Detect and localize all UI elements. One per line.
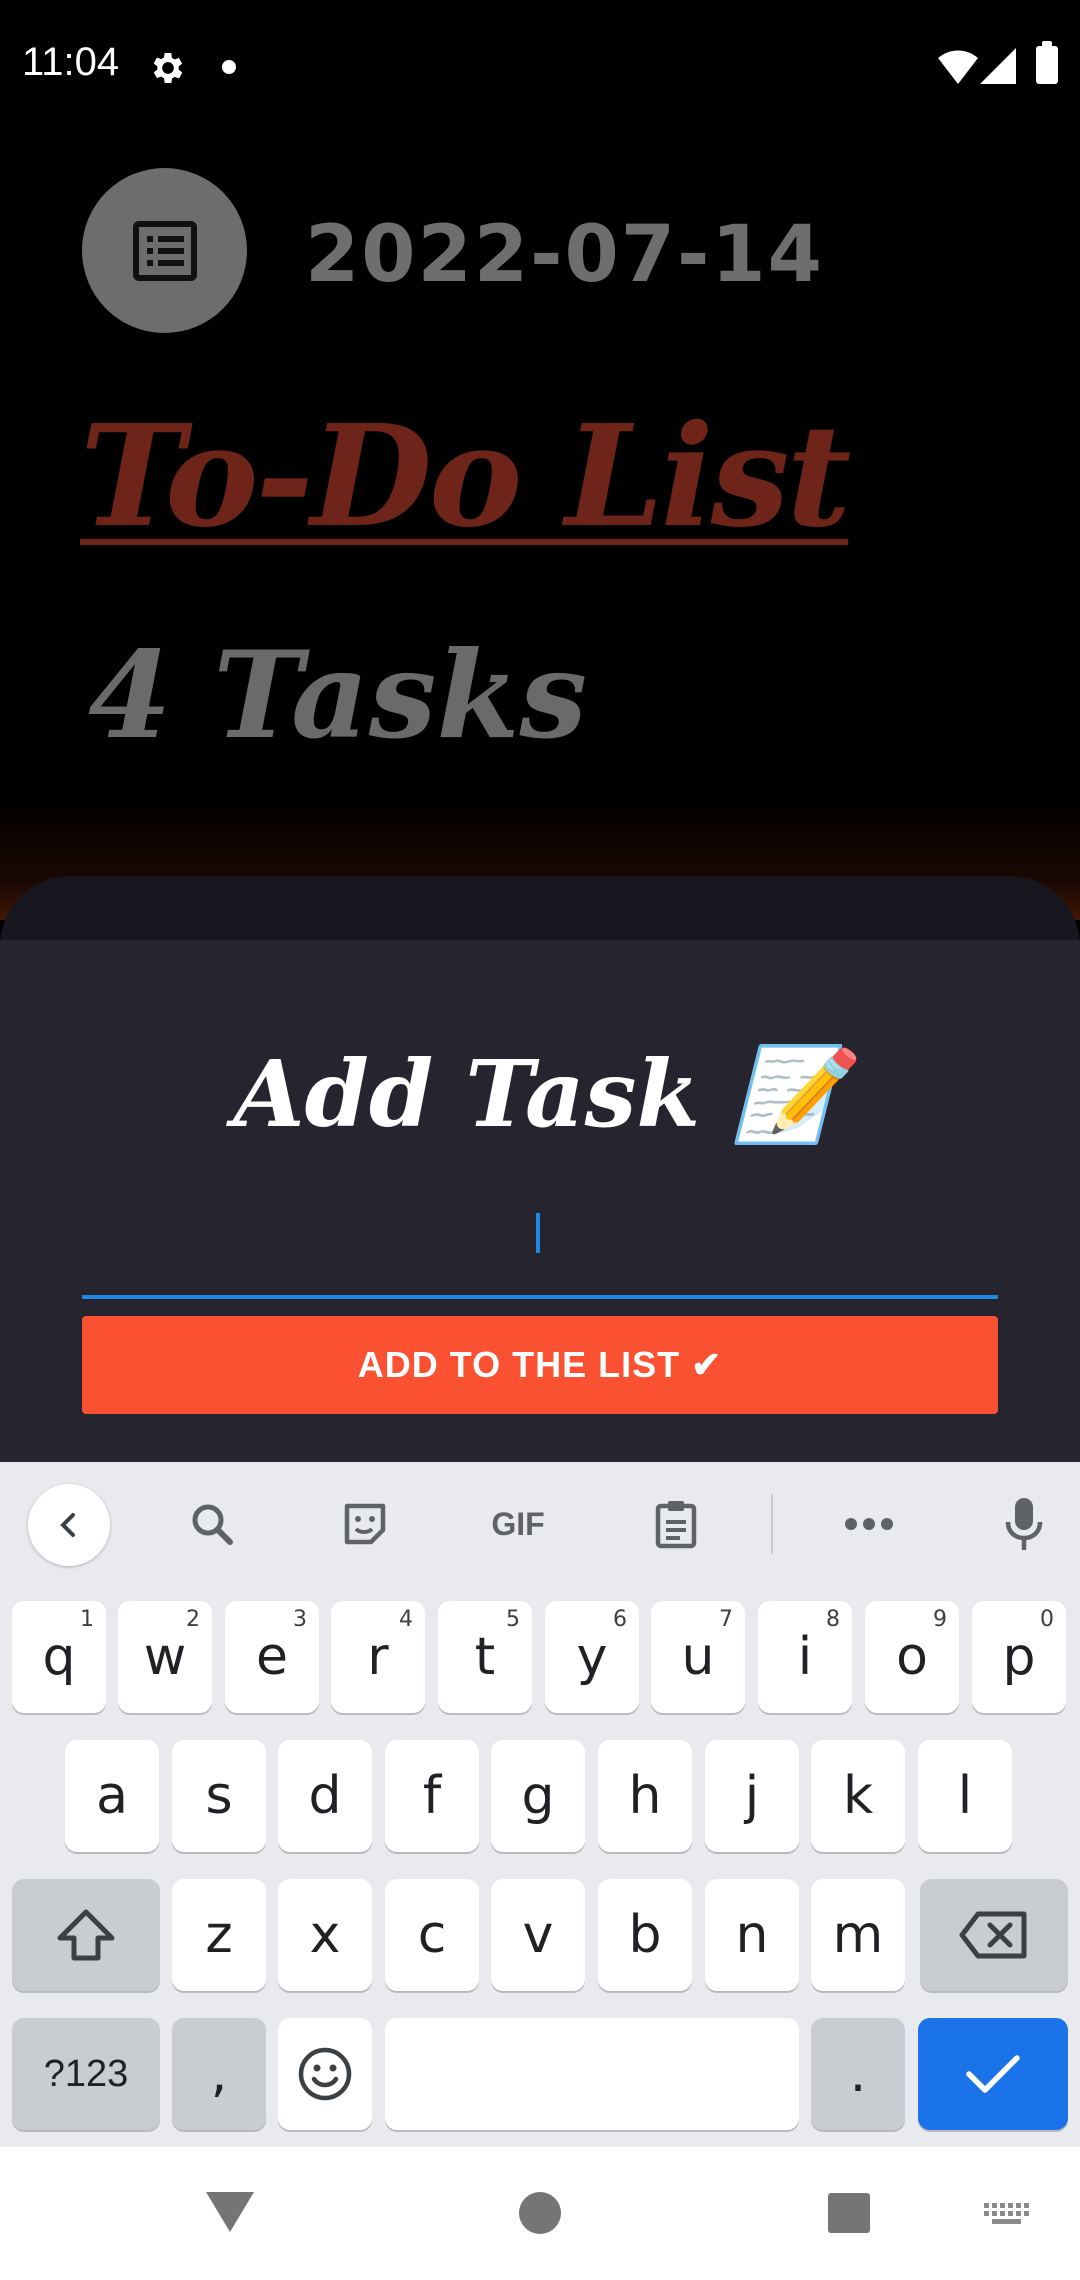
nav-home-icon[interactable] [519,2192,561,2234]
shift-icon [57,1909,115,1961]
key-j[interactable]: j [705,1740,799,1852]
key-w[interactable]: w2 [118,1601,212,1713]
emoji-key[interactable] [278,2018,372,2130]
wifi-icon [938,50,978,84]
mic-icon[interactable] [984,1484,1064,1564]
status-bar: 11:04 [0,0,1080,135]
nav-recents-icon[interactable] [828,2193,870,2233]
key-s[interactable]: s [172,1740,266,1852]
comma-key[interactable]: , [172,2018,266,2130]
sheet-title: Add Task 📝 [233,1040,847,1148]
clipboard-icon[interactable] [636,1484,716,1564]
period-key[interactable]: . [811,2018,905,2130]
key-v[interactable]: v [491,1879,585,1991]
key-z[interactable]: z [172,1879,266,1991]
key-k[interactable]: k [811,1740,905,1852]
notification-dot-icon [222,60,236,74]
backspace-icon [959,1911,1027,1959]
list-icon [132,220,197,281]
sticker-icon[interactable] [325,1484,405,1564]
add-to-list-button[interactable]: ADD TO THE LIST ✔ [82,1316,998,1414]
key-o[interactable]: o9 [865,1601,959,1713]
shift-key[interactable] [12,1879,160,1991]
key-n[interactable]: n [705,1879,799,1991]
back-chevron-icon[interactable] [28,1484,110,1566]
key-a[interactable]: a [65,1740,159,1852]
search-icon[interactable] [172,1484,252,1564]
task-input[interactable] [82,1195,998,1299]
navigation-bar [0,2147,1080,2280]
key-x[interactable]: x [278,1879,372,1991]
key-b[interactable]: b [598,1879,692,1991]
key-g[interactable]: g [491,1740,585,1852]
key-y[interactable]: y6 [545,1601,639,1713]
key-r[interactable]: r4 [331,1601,425,1713]
nav-back-icon[interactable] [206,2192,254,2232]
list-icon-button[interactable] [82,168,247,333]
page-title: To-Do List [80,395,851,559]
battery-icon [1036,41,1058,84]
gif-icon[interactable]: GIF [478,1484,558,1564]
key-m[interactable]: m [811,1879,905,1991]
gear-icon [153,53,183,83]
key-p[interactable]: p0 [972,1601,1066,1713]
checkmark-icon [966,2055,1020,2093]
key-u[interactable]: u7 [651,1601,745,1713]
keyboard-toolbar: GIF [0,1462,1080,1582]
enter-key[interactable] [918,2018,1068,2130]
key-t[interactable]: t5 [438,1601,532,1713]
keyboard: GIF q1 w2 e3 r4 t5 y6 u7 i8 o9 p0 a s d … [0,1462,1080,2147]
space-key[interactable] [385,2018,799,2130]
task-count: 4 Tasks [88,625,588,766]
key-h[interactable]: h [598,1740,692,1852]
more-icon[interactable] [829,1484,909,1564]
key-d[interactable]: d [278,1740,372,1852]
backspace-key[interactable] [920,1879,1068,1991]
text-caret [536,1213,540,1253]
key-e[interactable]: e3 [225,1601,319,1713]
key-c[interactable]: c [385,1879,479,1991]
emoji-icon [298,2047,352,2101]
keyboard-switch-icon[interactable] [984,2203,1030,2225]
key-l[interactable]: l [918,1740,1012,1852]
symbols-key[interactable]: ?123 [12,2018,160,2130]
key-f[interactable]: f [385,1740,479,1852]
status-time: 11:04 [22,40,120,84]
signal-icon [980,48,1016,84]
toolbar-divider [771,1494,773,1554]
key-i[interactable]: i8 [758,1601,852,1713]
date-text: 2022-07-14 [305,210,824,300]
key-q[interactable]: q1 [12,1601,106,1713]
